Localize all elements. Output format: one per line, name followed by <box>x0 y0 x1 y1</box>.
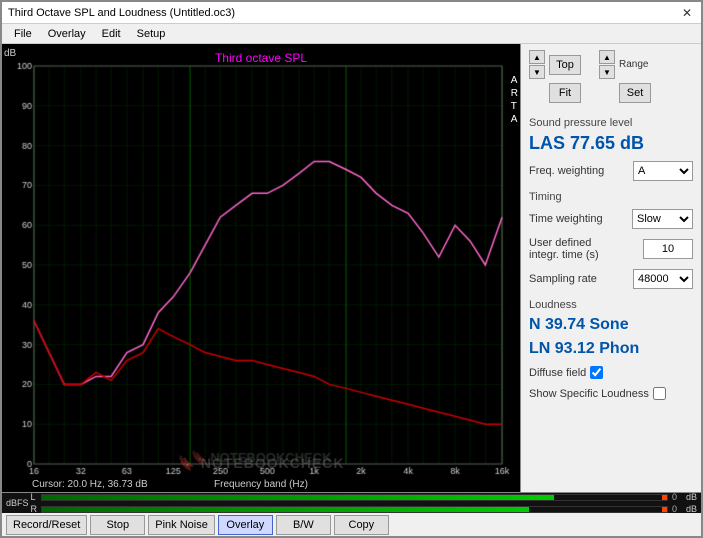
diffuse-field-label: Diffuse field <box>529 367 586 379</box>
freq-band-label: Frequency band (Hz) <box>214 479 308 490</box>
loudness-ln-value: LN 93.12 Phon <box>529 339 693 360</box>
integr-time-input[interactable]: 10 <box>643 239 693 259</box>
dbfs-label: dBFS <box>6 498 29 508</box>
loudness-n-value: N 39.74 Sone <box>529 315 693 336</box>
menu-file[interactable]: File <box>6 26 40 41</box>
diffuse-field-checkbox[interactable] <box>590 366 603 379</box>
diffuse-field-row: Diffuse field <box>529 366 693 379</box>
specific-loudness-row: Show Specific Loudness <box>529 387 693 400</box>
chart-area: Third octave SPL dB ARTA Cursor: 20.0 Hz… <box>2 44 521 492</box>
time-weighting-label: Time weighting <box>529 213 603 225</box>
freq-weighting-row: Freq. weighting A B C Z <box>529 161 693 181</box>
main-window: Third Octave SPL and Loudness (Untitled.… <box>0 0 703 538</box>
main-content: Third octave SPL dB ARTA Cursor: 20.0 Hz… <box>2 44 701 492</box>
r-channel-label: R <box>31 504 39 514</box>
fit-button[interactable]: Fit <box>549 83 581 103</box>
freq-weighting-label: Freq. weighting <box>529 165 604 177</box>
time-weighting-row: Time weighting Slow Fast Impulse <box>529 209 693 229</box>
range-down-arrow[interactable]: ▼ <box>599 65 615 79</box>
sidebar: ▲ ▼ Top ▲ ▼ Range Fit Set <box>521 44 701 492</box>
title-bar: Third Octave SPL and Loudness (Untitled.… <box>2 2 701 24</box>
sampling-rate-row: Sampling rate 48000 44100 96000 <box>529 269 693 289</box>
sampling-rate-select[interactable]: 48000 44100 96000 <box>633 269 693 289</box>
r-meter-peak <box>662 507 667 512</box>
l-meter-fill <box>42 495 555 500</box>
chart-canvas <box>2 44 520 492</box>
pink-noise-button[interactable]: Pink Noise <box>148 515 215 535</box>
top-row: ▲ ▼ Top ▲ ▼ Range <box>529 50 693 79</box>
top-controls-section: ▲ ▼ Top ▲ ▼ Range Fit Set <box>529 50 693 105</box>
window-title: Third Octave SPL and Loudness (Untitled.… <box>8 7 235 19</box>
top-arrows: ▲ ▼ <box>529 50 545 79</box>
menu-overlay[interactable]: Overlay <box>40 26 94 41</box>
range-arrows: ▲ ▼ <box>599 50 615 79</box>
integr-time-row: User definedintegr. time (s) 10 <box>529 237 693 261</box>
l-channel-label: L <box>31 492 39 502</box>
button-bar: Record/Reset Stop Pink Noise Overlay B/W… <box>2 513 701 537</box>
overlay-button[interactable]: Overlay <box>218 515 273 535</box>
set-button[interactable]: Set <box>619 83 651 103</box>
sampling-rate-label: Sampling rate <box>529 273 597 285</box>
l-meter-peak <box>662 495 667 500</box>
meter-bar: dBFS L 0 dB R 0 <box>2 493 701 513</box>
close-button[interactable]: ✕ <box>679 5 695 21</box>
db-unit2: dB <box>686 504 697 514</box>
top-button[interactable]: Top <box>549 55 581 75</box>
top-down-arrow[interactable]: ▼ <box>529 65 545 79</box>
menu-setup[interactable]: Setup <box>129 26 174 41</box>
spl-section-label: Sound pressure level <box>529 117 693 129</box>
stop-button[interactable]: Stop <box>90 515 145 535</box>
r-db-val: 0 <box>672 504 684 514</box>
cursor-info: Cursor: 20.0 Hz, 36.73 dB <box>32 479 148 490</box>
r-meter-fill <box>42 507 530 512</box>
menu-bar: File Overlay Edit Setup <box>2 24 701 44</box>
chart-title: Third octave SPL <box>2 48 520 68</box>
l-db-val: 0 <box>672 492 684 502</box>
top-up-arrow[interactable]: ▲ <box>529 50 545 64</box>
spl-value: LAS 77.65 dB <box>529 133 693 155</box>
y-axis-label: dB <box>4 48 16 59</box>
watermark: 🔖 NOTEBOOKCHECK <box>178 455 345 472</box>
freq-weighting-select[interactable]: A B C Z <box>633 161 693 181</box>
integr-time-label: User definedintegr. time (s) <box>529 237 599 261</box>
specific-loudness-label: Show Specific Loudness <box>529 388 649 400</box>
range-label: Range <box>619 59 648 70</box>
timing-section-label: Timing <box>529 191 693 203</box>
time-weighting-select[interactable]: Slow Fast Impulse <box>632 209 693 229</box>
db-unit: dB <box>686 492 697 502</box>
copy-button[interactable]: Copy <box>334 515 389 535</box>
bottom-bar: dBFS L 0 dB R 0 <box>2 492 701 536</box>
record-reset-button[interactable]: Record/Reset <box>6 515 87 535</box>
l-meter-track <box>41 494 668 501</box>
r-meter-track <box>41 506 668 513</box>
loudness-section-label: Loudness <box>529 299 693 311</box>
fit-row: Fit Set <box>529 83 693 103</box>
arta-label: ARTA <box>511 74 518 126</box>
range-up-arrow[interactable]: ▲ <box>599 50 615 64</box>
menu-edit[interactable]: Edit <box>94 26 129 41</box>
specific-loudness-checkbox[interactable] <box>653 387 666 400</box>
bw-button[interactable]: B/W <box>276 515 331 535</box>
